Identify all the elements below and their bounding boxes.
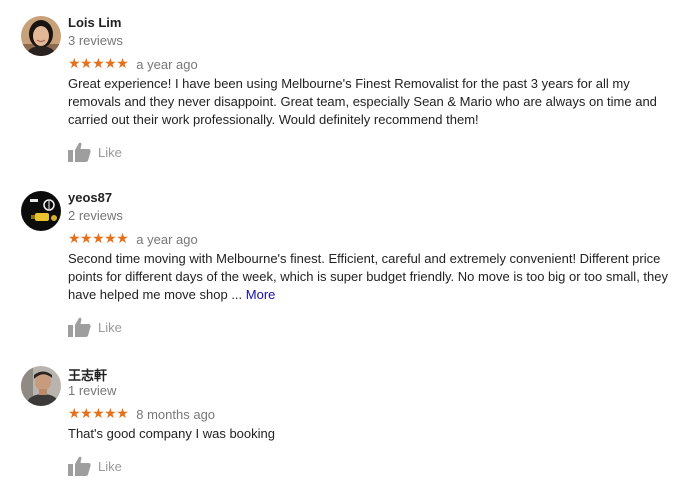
review-date: 8 months ago bbox=[136, 406, 216, 422]
man-portrait-avatar-icon bbox=[21, 366, 61, 406]
thumbs-up-icon bbox=[68, 456, 91, 476]
review-text: That's good company I was booking bbox=[68, 426, 275, 441]
review-item: 王志軒 1 review ★★★★★ 8 months ago That's g… bbox=[0, 0, 688, 489]
author-avatar[interactable] bbox=[21, 366, 61, 406]
reviews-list: Lois Lim 3 reviews ★★★★★ a year ago Grea… bbox=[0, 0, 688, 489]
rating-row: ★★★★★ 8 months ago bbox=[68, 406, 215, 422]
like-button[interactable]: Like bbox=[68, 455, 122, 477]
author-review-count[interactable]: 1 review bbox=[68, 383, 116, 398]
like-label: Like bbox=[98, 458, 122, 474]
author-name[interactable]: 王志軒 bbox=[68, 365, 107, 384]
star-rating: ★★★★★ bbox=[68, 406, 129, 422]
